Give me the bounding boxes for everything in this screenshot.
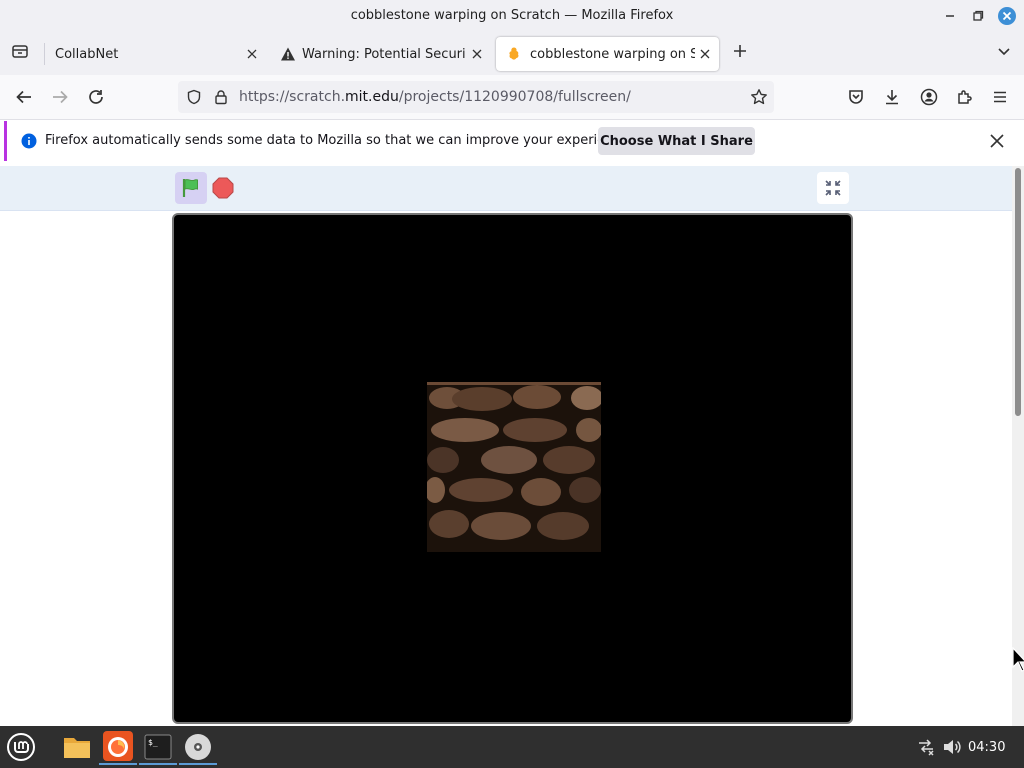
list-all-tabs-button[interactable] [990,37,1018,65]
forward-arrow-icon [53,90,68,104]
window-title: cobblestone warping on Scratch — Mozilla… [350,8,674,23]
pocket-button[interactable] [842,83,870,111]
account-icon [920,88,938,106]
tab-label: cobblestone warping on Scratch [530,46,695,62]
close-icon[interactable] [990,134,1004,148]
tab-list-icon [12,45,28,58]
mouse-cursor-icon [1012,647,1024,672]
notification-message: Firefox automatically sends some data to… [45,133,633,148]
tab-list-button[interactable] [6,37,34,65]
taskbar-files-button[interactable] [58,729,96,765]
exit-fullscreen-button[interactable] [817,172,849,204]
notification-accent-bar [4,121,7,161]
reload-button[interactable] [82,83,110,111]
menu-button[interactable] [986,83,1014,111]
close-icon [472,49,482,59]
active-indicator [179,763,217,765]
url-domain: mit.edu [345,89,399,105]
lock-icon [215,90,227,105]
window-titlebar: cobblestone warping on Scratch — Mozilla… [0,0,1024,33]
taskbar: $_ 04:30 [0,726,1024,768]
tab-close-button[interactable] [697,46,713,62]
close-window-button[interactable] [996,5,1018,27]
minimize-button[interactable] [939,5,961,27]
warning-icon [281,47,295,61]
url-prefix: https://scratch. [239,89,346,105]
close-icon [247,49,257,59]
info-icon [21,133,37,149]
cobblestone-sprite [427,382,601,552]
puzzle-icon [958,90,972,104]
shield-icon [187,89,201,105]
choose-what-i-share-button[interactable]: Choose What I Share [598,127,755,155]
taskbar-terminal-button[interactable]: $_ [139,729,177,765]
tab-security-warning[interactable]: Warning: Potential Security Risk Ahead [270,37,491,71]
tab-close-button[interactable] [469,46,485,62]
network-disconnected-icon[interactable] [917,738,935,756]
download-icon [886,90,898,105]
plus-icon [734,45,746,57]
tab-bar: CollabNet Warning: Potential Security Ri… [0,33,1024,75]
close-icon [700,49,710,59]
bookmark-star-icon[interactable] [750,88,768,106]
url-bar[interactable]: https://scratch.mit.edu/projects/1120990… [178,81,774,113]
clock[interactable]: 04:30 [968,740,1005,755]
account-button[interactable] [915,83,943,111]
maximize-button[interactable] [967,5,989,27]
green-flag-button[interactable] [175,172,207,204]
scrollbar-thumb[interactable] [1015,168,1021,416]
url-text: https://scratch.mit.edu/projects/1120990… [239,89,631,105]
scratch-favicon-icon [509,47,519,60]
svg-text:$_: $_ [148,738,158,747]
new-tab-button[interactable] [726,37,754,65]
page-scrollbar[interactable] [1012,166,1024,726]
restore-icon [973,10,984,21]
optical-disc-icon [185,734,211,760]
tab-label: Warning: Potential Security Risk Ahead [302,46,465,62]
scratch-controls-bar [0,166,1012,211]
tab-close-button[interactable] [244,46,260,62]
tab-collabnet[interactable]: CollabNet [45,37,266,71]
chevron-down-icon [998,48,1010,56]
volume-icon[interactable] [942,738,962,756]
exit-fullscreen-icon [825,180,841,196]
pocket-icon [849,90,863,104]
tab-label: CollabNet [55,46,119,62]
extensions-button[interactable] [951,83,979,111]
tab-scratch-project[interactable]: cobblestone warping on Scratch [496,37,719,71]
start-menu-button[interactable] [2,729,40,765]
stop-sign-icon [212,177,234,199]
firefox-icon [108,737,128,757]
project-stage[interactable] [172,213,853,724]
hamburger-menu-icon [994,91,1006,103]
taskbar-firefox-button[interactable] [99,729,137,765]
reload-icon [89,90,103,104]
data-collection-notification: Firefox automatically sends some data to… [4,121,1020,161]
back-button[interactable] [10,83,38,111]
downloads-button[interactable] [878,83,906,111]
url-path: /projects/1120990708/fullscreen/ [398,89,631,105]
page-content [0,166,1012,726]
stop-button[interactable] [211,176,235,200]
close-icon [998,7,1016,25]
active-indicator [99,763,137,765]
green-flag-icon [182,179,198,197]
linux-mint-logo-icon [7,733,35,761]
forward-button[interactable] [46,83,74,111]
active-indicator [139,763,177,765]
folder-icon [64,738,90,758]
minimize-icon [946,15,954,17]
back-arrow-icon [16,90,31,104]
taskbar-disc-button[interactable] [179,729,217,765]
terminal-icon: $_ [144,734,172,760]
